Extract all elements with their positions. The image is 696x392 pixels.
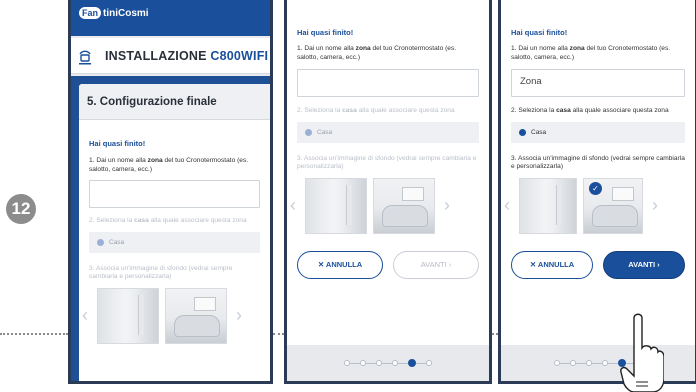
house-select[interactable]: Casa — [511, 121, 685, 143]
step-1-text: 1. Dai un nome alla zona del tuo Cronote… — [511, 45, 671, 61]
config-card: Hai quasi finito! 1. Dai un nome alla zo… — [287, 0, 489, 345]
image-gallery: ‹ ✓ › — [501, 177, 685, 234]
install-title: INSTALLAZIONE C800WIFI — [105, 48, 269, 63]
radio-bullet — [97, 238, 104, 246]
next-button[interactable]: AVANTI › — [603, 250, 685, 279]
gallery-prev-icon[interactable]: ‹ — [79, 288, 91, 344]
cancel-button[interactable]: ✕ ANNULLA — [511, 250, 593, 279]
phone-screen-3: Hai quasi finito! 1. Dai un nome alla zo… — [498, 0, 696, 384]
gallery-prev-icon[interactable]: ‹ — [287, 178, 299, 234]
gallery-next-icon[interactable]: › — [649, 178, 661, 234]
background-image-option-selected[interactable]: ✓ — [583, 177, 643, 234]
finish-heading: Hai quasi finito! — [89, 139, 146, 148]
config-card: Hai quasi finito! 1. Dai un nome alla zo… — [501, 0, 695, 345]
gallery-prev-icon[interactable]: ‹ — [501, 178, 513, 234]
step-3-text: 3. Associa un'immagine di sfondo (vedrai… — [511, 154, 685, 171]
step-3-text: 3. Associa un'immagine di sfondo (vedrai… — [89, 264, 233, 281]
zone-name-input[interactable] — [297, 69, 479, 97]
section-title: 5. Configurazione finale — [79, 84, 270, 120]
finish-heading: Hai quasi finito! — [297, 28, 354, 37]
cancel-button[interactable]: ✕ ANNULLA — [297, 250, 383, 279]
background-image-option[interactable] — [97, 287, 159, 344]
tutorial-stage: 12 Fan tiniCosmi INSTALLAZIONE C800WIFI … — [0, 0, 696, 392]
blue-body: 5. Configurazione finale Hai quasi finit… — [71, 76, 270, 381]
app-header: Fan tiniCosmi — [71, 0, 270, 36]
zone-name-input[interactable] — [89, 180, 260, 208]
house-select[interactable]: Casa — [297, 121, 479, 143]
tap-hand-icon — [620, 313, 664, 392]
house-select[interactable]: Casa — [89, 231, 260, 253]
gallery-next-icon[interactable]: › — [441, 178, 453, 234]
checkmark-icon: ✓ — [589, 181, 602, 195]
brand-logo: Fan tiniCosmi — [79, 7, 149, 19]
radio-bullet-selected — [519, 128, 526, 136]
background-image-option[interactable] — [165, 287, 227, 344]
next-button[interactable]: AVANTI › — [393, 250, 479, 279]
step-1-text: 1. Dai un nome alla zona del tuo Cronote… — [89, 157, 249, 173]
zone-name-input[interactable]: Zona — [511, 69, 685, 97]
step-number-badge: 12 — [6, 194, 36, 224]
phone-screen-1: Fan tiniCosmi INSTALLAZIONE C800WIFI 5. … — [68, 0, 273, 384]
step-pager — [501, 345, 695, 381]
step-3-text: 3. Associa un'immagine di sfondo (vedrai… — [297, 154, 477, 171]
pager-dot-active — [408, 359, 416, 367]
background-image-option[interactable] — [519, 177, 577, 234]
pager-dot — [426, 360, 432, 366]
install-title-bar: INSTALLAZIONE C800WIFI — [71, 38, 270, 74]
step-1-text: 1. Dai un nome alla zona del tuo Cronote… — [297, 45, 457, 61]
background-image-option[interactable] — [305, 177, 367, 234]
action-buttons: ✕ ANNULLA AVANTI › — [501, 250, 695, 279]
step-2-text: 2. Seleziona la casa alla quale associar… — [297, 107, 455, 114]
radio-bullet — [305, 128, 312, 136]
image-gallery: ‹ › — [79, 287, 260, 344]
wifi-thermostat-icon — [77, 47, 93, 65]
step-pager — [287, 345, 489, 381]
background-image-option[interactable] — [373, 177, 435, 234]
gallery-next-icon[interactable]: › — [233, 288, 245, 344]
connector-dots — [0, 333, 68, 335]
phone-screen-2: Hai quasi finito! 1. Dai un nome alla zo… — [284, 0, 492, 384]
finish-heading: Hai quasi finito! — [511, 28, 568, 37]
image-gallery: ‹ › — [287, 177, 479, 234]
step-2-text: 2. Seleziona la casa alla quale associar… — [89, 217, 247, 224]
action-buttons: ✕ ANNULLA AVANTI › — [287, 250, 489, 279]
connector-dots — [273, 333, 284, 335]
config-card: 5. Configurazione finale Hai quasi finit… — [79, 84, 270, 381]
step-2-text: 2. Seleziona la casa alla quale associar… — [511, 107, 669, 114]
